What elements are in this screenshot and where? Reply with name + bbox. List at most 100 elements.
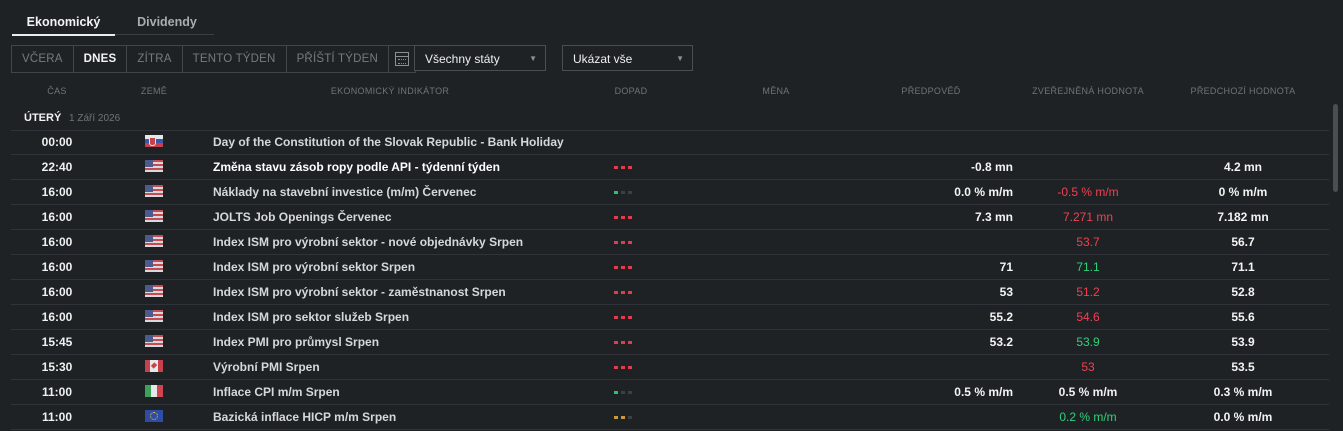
table-row[interactable]: 16:00 Náklady na stavební investice (m/m)…: [11, 180, 1329, 205]
country-select[interactable]: Všechny státy ▼: [414, 45, 546, 71]
event-indicator[interactable]: JOLTS Job Openings Červenec: [213, 205, 392, 229]
event-time: 16:00: [41, 285, 73, 299]
event-actual: [1016, 155, 1160, 179]
column-header-country: ZEMĚ: [140, 86, 168, 96]
event-indicator[interactable]: Day of the Constitution of the Slovak Re…: [213, 130, 564, 154]
column-header-forecast: PŘEDPOVĚĎ: [901, 86, 961, 96]
event-previous: 53.5: [1231, 360, 1255, 374]
impact-dot: [621, 191, 625, 194]
us-flag-icon: [145, 310, 163, 322]
day-button-vcera[interactable]: VČERA: [12, 46, 74, 72]
event-time: 16:00: [41, 210, 73, 224]
impact-dot: [628, 266, 632, 269]
event-country: [145, 310, 163, 322]
event-actual: 0.5 % m/m: [1058, 385, 1118, 399]
event-time: 11:00: [41, 385, 73, 399]
impact-dot: [621, 366, 625, 369]
impact-dot: [614, 341, 618, 344]
it-flag-icon: [145, 385, 163, 397]
table-row[interactable]: 16:00 Index ISM pro výrobní sektor Srpen 7…: [11, 255, 1329, 280]
event-actual: 51.2: [1076, 285, 1100, 299]
impact-indicator: [614, 241, 644, 245]
column-header-indicator: EKONOMICKÝ INDIKÁTOR: [330, 86, 450, 96]
event-indicator[interactable]: Index ISM pro sektor služeb Srpen: [213, 305, 409, 329]
event-indicator[interactable]: Náklady na stavební investice (m/m) Červ…: [213, 180, 476, 204]
event-indicator[interactable]: Index ISM pro výrobní sektor Srpen: [213, 255, 415, 279]
event-time: 15:30: [41, 360, 73, 374]
event-previous: 4.2 mn: [1223, 160, 1262, 174]
column-header-previous: PŘEDCHOZÍ HODNOTA: [1190, 86, 1296, 96]
event-country: [145, 210, 163, 222]
table-row[interactable]: 16:00 JOLTS Job Openings Červenec 7.3 mn 7.…: [11, 205, 1329, 230]
event-country: [145, 360, 163, 372]
tab-dividendy[interactable]: Dividendy: [122, 8, 212, 34]
table-header: ČAS ZEMĚ EKONOMICKÝ INDIKÁTOR DOPAD MĚNA…: [11, 86, 1329, 102]
day-button-zitra[interactable]: ZÍTRA: [127, 46, 183, 72]
tab-ekonomicky[interactable]: Ekonomický: [12, 8, 115, 36]
day-button-tento-tyden[interactable]: TENTO TÝDEN: [183, 46, 287, 72]
event-forecast: [851, 355, 1013, 379]
impact-dot: [621, 291, 625, 294]
impact-dot: [628, 341, 632, 344]
table-row[interactable]: 16:00 Index ISM pro sektor služeb Srpen 55…: [11, 305, 1329, 330]
event-time: 22:40: [41, 160, 73, 174]
impact-dot: [628, 291, 632, 294]
event-actual: 54.6: [1076, 310, 1100, 324]
impact-indicator: [614, 391, 644, 395]
table-row[interactable]: 16:00 Index ISM pro výrobní sektor - nové…: [11, 230, 1329, 255]
event-country: [145, 385, 163, 397]
column-header-impact: DOPAD: [614, 86, 648, 96]
calendar-button[interactable]: [389, 46, 415, 72]
impact-indicator: [614, 366, 644, 370]
chevron-down-icon: ▼: [676, 54, 684, 63]
event-indicator[interactable]: Výrobní PMI Srpen: [213, 355, 320, 379]
event-time: 00:00: [41, 135, 73, 149]
scrollbar-thumb[interactable]: [1333, 104, 1338, 192]
event-forecast: -0.8 mn: [970, 160, 1013, 174]
day-name: ÚTERÝ: [24, 112, 62, 124]
impact-dot: [614, 391, 618, 394]
event-indicator[interactable]: Inflace CPI m/m Srpen: [213, 380, 340, 404]
event-actual: [1016, 130, 1160, 154]
impact-dot: [621, 316, 625, 319]
table-row[interactable]: 16:00 Index ISM pro výrobní sektor - zamě…: [11, 280, 1329, 305]
event-time: 15:45: [41, 335, 73, 349]
table-row[interactable]: 11:00 Inflace CPI m/m Srpen 0.5 % m/m 0.5 %…: [11, 380, 1329, 405]
event-indicator[interactable]: Index PMI pro průmysl Srpen: [213, 330, 379, 354]
event-country: [145, 260, 163, 272]
event-time: 11:00: [41, 410, 73, 424]
event-previous: [1178, 130, 1308, 154]
event-time: 16:00: [41, 235, 73, 249]
eu-flag-icon: [145, 410, 163, 422]
event-forecast: 71: [999, 260, 1013, 274]
impact-select[interactable]: Ukázat vše ▼: [562, 45, 693, 71]
sk-flag-icon: [145, 135, 163, 147]
event-previous: 0 % m/m: [1218, 185, 1268, 199]
event-actual: 53.7: [1076, 235, 1100, 249]
day-button-dnes[interactable]: DNES: [73, 46, 128, 72]
event-previous: 52.8: [1231, 285, 1255, 299]
impact-dot: [621, 416, 625, 419]
impact-select-value: Ukázat vše: [573, 52, 633, 66]
table-row[interactable]: 15:30 Výrobní PMI Srpen 53 53.5: [11, 355, 1329, 380]
event-indicator[interactable]: Změna stavu zásob ropy podle API - týden…: [213, 155, 500, 179]
day-selector: VČERA DNES ZÍTRA TENTO TÝDEN PŘÍŠTÍ TÝDE…: [11, 45, 416, 73]
event-actual: 53: [1081, 360, 1095, 374]
table-row[interactable]: 11:00 Bazická inflace HICP m/m Srpen 0.2 %…: [11, 405, 1329, 430]
impact-dot: [614, 416, 618, 419]
impact-dot: [628, 241, 632, 244]
table-row[interactable]: 00:00 Day of the Constitution of the Slov…: [11, 130, 1329, 155]
table-row[interactable]: 15:45 Index PMI pro průmysl Srpen 53.2 53.9…: [11, 330, 1329, 355]
day-button-pristi-tyden[interactable]: PŘÍŠTÍ TÝDEN: [287, 46, 389, 72]
event-previous: 0.0 % m/m: [1213, 410, 1273, 424]
impact-indicator: [614, 166, 644, 170]
event-indicator[interactable]: Index ISM pro výrobní sektor - nové obje…: [213, 230, 523, 254]
event-indicator[interactable]: Bazická inflace HICP m/m Srpen: [213, 405, 396, 429]
impact-indicator: [614, 416, 644, 420]
calendar-icon: [395, 52, 409, 66]
impact-dot: [621, 166, 625, 169]
event-previous: 7.182 mn: [1217, 210, 1269, 224]
impact-dot: [628, 191, 632, 194]
table-row[interactable]: 22:40 Změna stavu zásob ropy podle API - …: [11, 155, 1329, 180]
event-indicator[interactable]: Index ISM pro výrobní sektor - zaměstnan…: [213, 280, 506, 304]
